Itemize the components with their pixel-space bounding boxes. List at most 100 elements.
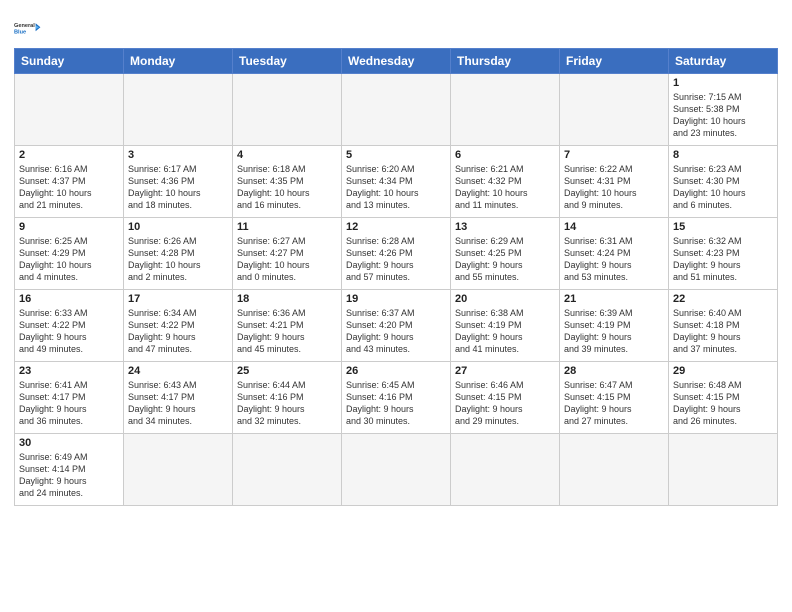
day-cell: 26 Sunrise: 6:45 AM Sunset: 4:16 PM Dayli… [342,362,451,434]
week-row-3: 16 Sunrise: 6:33 AM Sunset: 4:22 PM Dayli… [15,290,778,362]
day-number: 7 [564,149,664,161]
header-cell-friday: Friday [560,49,669,74]
day-cell: 24Sunrise: 6:43 AM Sunset: 4:17 PM Dayli… [124,362,233,434]
day-info: Sunrise: 6:23 AM Sunset: 4:30 PM Dayligh… [673,163,773,212]
day-number: 12 [346,221,446,233]
day-cell: 3Sunrise: 6:17 AM Sunset: 4:36 PM Daylig… [124,146,233,218]
header-row: SundayMondayTuesdayWednesdayThursdayFrid… [15,49,778,74]
day-info: Sunrise: 6:25 AM Sunset: 4:29 PM Dayligh… [19,235,119,284]
day-info: Sunrise: 6:33 AM Sunset: 4:22 PM Dayligh… [19,307,119,356]
day-cell: 22 Sunrise: 6:40 AM Sunset: 4:18 PM Dayli… [669,290,778,362]
day-number: 30 [19,437,119,449]
week-row-5: 30 Sunrise: 6:49 AM Sunset: 4:14 PM Dayli… [15,434,778,506]
day-number: 28 [564,365,664,377]
day-cell: 6Sunrise: 6:21 AM Sunset: 4:32 PM Daylig… [451,146,560,218]
day-cell [124,434,233,506]
day-cell: 9 Sunrise: 6:25 AM Sunset: 4:29 PM Daylig… [15,218,124,290]
day-cell: 14 Sunrise: 6:31 AM Sunset: 4:24 PM Dayli… [560,218,669,290]
header-cell-wednesday: Wednesday [342,49,451,74]
day-cell [560,434,669,506]
day-info: Sunrise: 6:21 AM Sunset: 4:32 PM Dayligh… [455,163,555,212]
day-info: Sunrise: 7:15 AM Sunset: 5:38 PM Dayligh… [673,91,773,140]
day-number: 9 [19,221,119,233]
week-row-1: 2Sunrise: 6:16 AM Sunset: 4:37 PM Daylig… [15,146,778,218]
day-cell: 21Sunrise: 6:39 AM Sunset: 4:19 PM Dayli… [560,290,669,362]
header-cell-sunday: Sunday [15,49,124,74]
day-cell [342,434,451,506]
header: GeneralBlue [14,10,778,42]
day-info: Sunrise: 6:26 AM Sunset: 4:28 PM Dayligh… [128,235,228,284]
day-number: 27 [455,365,555,377]
day-cell [124,74,233,146]
day-cell: 25 Sunrise: 6:44 AM Sunset: 4:16 PM Dayli… [233,362,342,434]
day-info: Sunrise: 6:41 AM Sunset: 4:17 PM Dayligh… [19,379,119,428]
day-number: 18 [237,293,337,305]
logo-icon: GeneralBlue [14,14,42,42]
day-cell: 4 Sunrise: 6:18 AM Sunset: 4:35 PM Daylig… [233,146,342,218]
week-row-4: 23Sunrise: 6:41 AM Sunset: 4:17 PM Dayli… [15,362,778,434]
day-info: Sunrise: 6:20 AM Sunset: 4:34 PM Dayligh… [346,163,446,212]
day-number: 13 [455,221,555,233]
day-cell: 8Sunrise: 6:23 AM Sunset: 4:30 PM Daylig… [669,146,778,218]
day-number: 14 [564,221,664,233]
day-info: Sunrise: 6:18 AM Sunset: 4:35 PM Dayligh… [237,163,337,212]
day-number: 10 [128,221,228,233]
header-cell-monday: Monday [124,49,233,74]
day-number: 19 [346,293,446,305]
day-number: 1 [673,77,773,89]
day-cell [451,434,560,506]
header-cell-thursday: Thursday [451,49,560,74]
day-cell: 30 Sunrise: 6:49 AM Sunset: 4:14 PM Dayli… [15,434,124,506]
day-number: 16 [19,293,119,305]
day-cell [15,74,124,146]
day-number: 26 [346,365,446,377]
day-cell: 10 Sunrise: 6:26 AM Sunset: 4:28 PM Dayli… [124,218,233,290]
calendar-page: GeneralBlue SundayMondayTuesdayWednesday… [0,0,792,612]
day-info: Sunrise: 6:46 AM Sunset: 4:15 PM Dayligh… [455,379,555,428]
day-cell: 28 Sunrise: 6:47 AM Sunset: 4:15 PM Dayli… [560,362,669,434]
day-info: Sunrise: 6:34 AM Sunset: 4:22 PM Dayligh… [128,307,228,356]
day-number: 17 [128,293,228,305]
day-cell: 19 Sunrise: 6:37 AM Sunset: 4:20 PM Dayli… [342,290,451,362]
day-cell: 11Sunrise: 6:27 AM Sunset: 4:27 PM Dayli… [233,218,342,290]
day-info: Sunrise: 6:44 AM Sunset: 4:16 PM Dayligh… [237,379,337,428]
day-cell: 27 Sunrise: 6:46 AM Sunset: 4:15 PM Dayli… [451,362,560,434]
day-cell: 1 Sunrise: 7:15 AM Sunset: 5:38 PM Daylig… [669,74,778,146]
day-number: 4 [237,149,337,161]
day-info: Sunrise: 6:45 AM Sunset: 4:16 PM Dayligh… [346,379,446,428]
day-info: Sunrise: 6:40 AM Sunset: 4:18 PM Dayligh… [673,307,773,356]
day-cell [451,74,560,146]
day-number: 29 [673,365,773,377]
day-cell [233,74,342,146]
day-cell: 2Sunrise: 6:16 AM Sunset: 4:37 PM Daylig… [15,146,124,218]
header-cell-saturday: Saturday [669,49,778,74]
day-info: Sunrise: 6:49 AM Sunset: 4:14 PM Dayligh… [19,451,119,500]
day-cell [342,74,451,146]
day-number: 25 [237,365,337,377]
day-info: Sunrise: 6:38 AM Sunset: 4:19 PM Dayligh… [455,307,555,356]
day-cell [233,434,342,506]
day-cell [669,434,778,506]
day-cell: 5 Sunrise: 6:20 AM Sunset: 4:34 PM Daylig… [342,146,451,218]
day-info: Sunrise: 6:39 AM Sunset: 4:19 PM Dayligh… [564,307,664,356]
header-cell-tuesday: Tuesday [233,49,342,74]
day-number: 20 [455,293,555,305]
day-cell: 17 Sunrise: 6:34 AM Sunset: 4:22 PM Dayli… [124,290,233,362]
day-number: 22 [673,293,773,305]
day-info: Sunrise: 6:47 AM Sunset: 4:15 PM Dayligh… [564,379,664,428]
day-cell: 18Sunrise: 6:36 AM Sunset: 4:21 PM Dayli… [233,290,342,362]
calendar-table: SundayMondayTuesdayWednesdayThursdayFrid… [14,48,778,506]
day-info: Sunrise: 6:28 AM Sunset: 4:26 PM Dayligh… [346,235,446,284]
week-row-0: 1 Sunrise: 7:15 AM Sunset: 5:38 PM Daylig… [15,74,778,146]
week-row-2: 9 Sunrise: 6:25 AM Sunset: 4:29 PM Daylig… [15,218,778,290]
day-cell [560,74,669,146]
day-info: Sunrise: 6:31 AM Sunset: 4:24 PM Dayligh… [564,235,664,284]
day-info: Sunrise: 6:37 AM Sunset: 4:20 PM Dayligh… [346,307,446,356]
day-cell: 20 Sunrise: 6:38 AM Sunset: 4:19 PM Dayli… [451,290,560,362]
day-number: 5 [346,149,446,161]
day-info: Sunrise: 6:43 AM Sunset: 4:17 PM Dayligh… [128,379,228,428]
day-info: Sunrise: 6:32 AM Sunset: 4:23 PM Dayligh… [673,235,773,284]
day-cell: 16 Sunrise: 6:33 AM Sunset: 4:22 PM Dayli… [15,290,124,362]
day-number: 2 [19,149,119,161]
svg-text:General: General [14,23,35,29]
